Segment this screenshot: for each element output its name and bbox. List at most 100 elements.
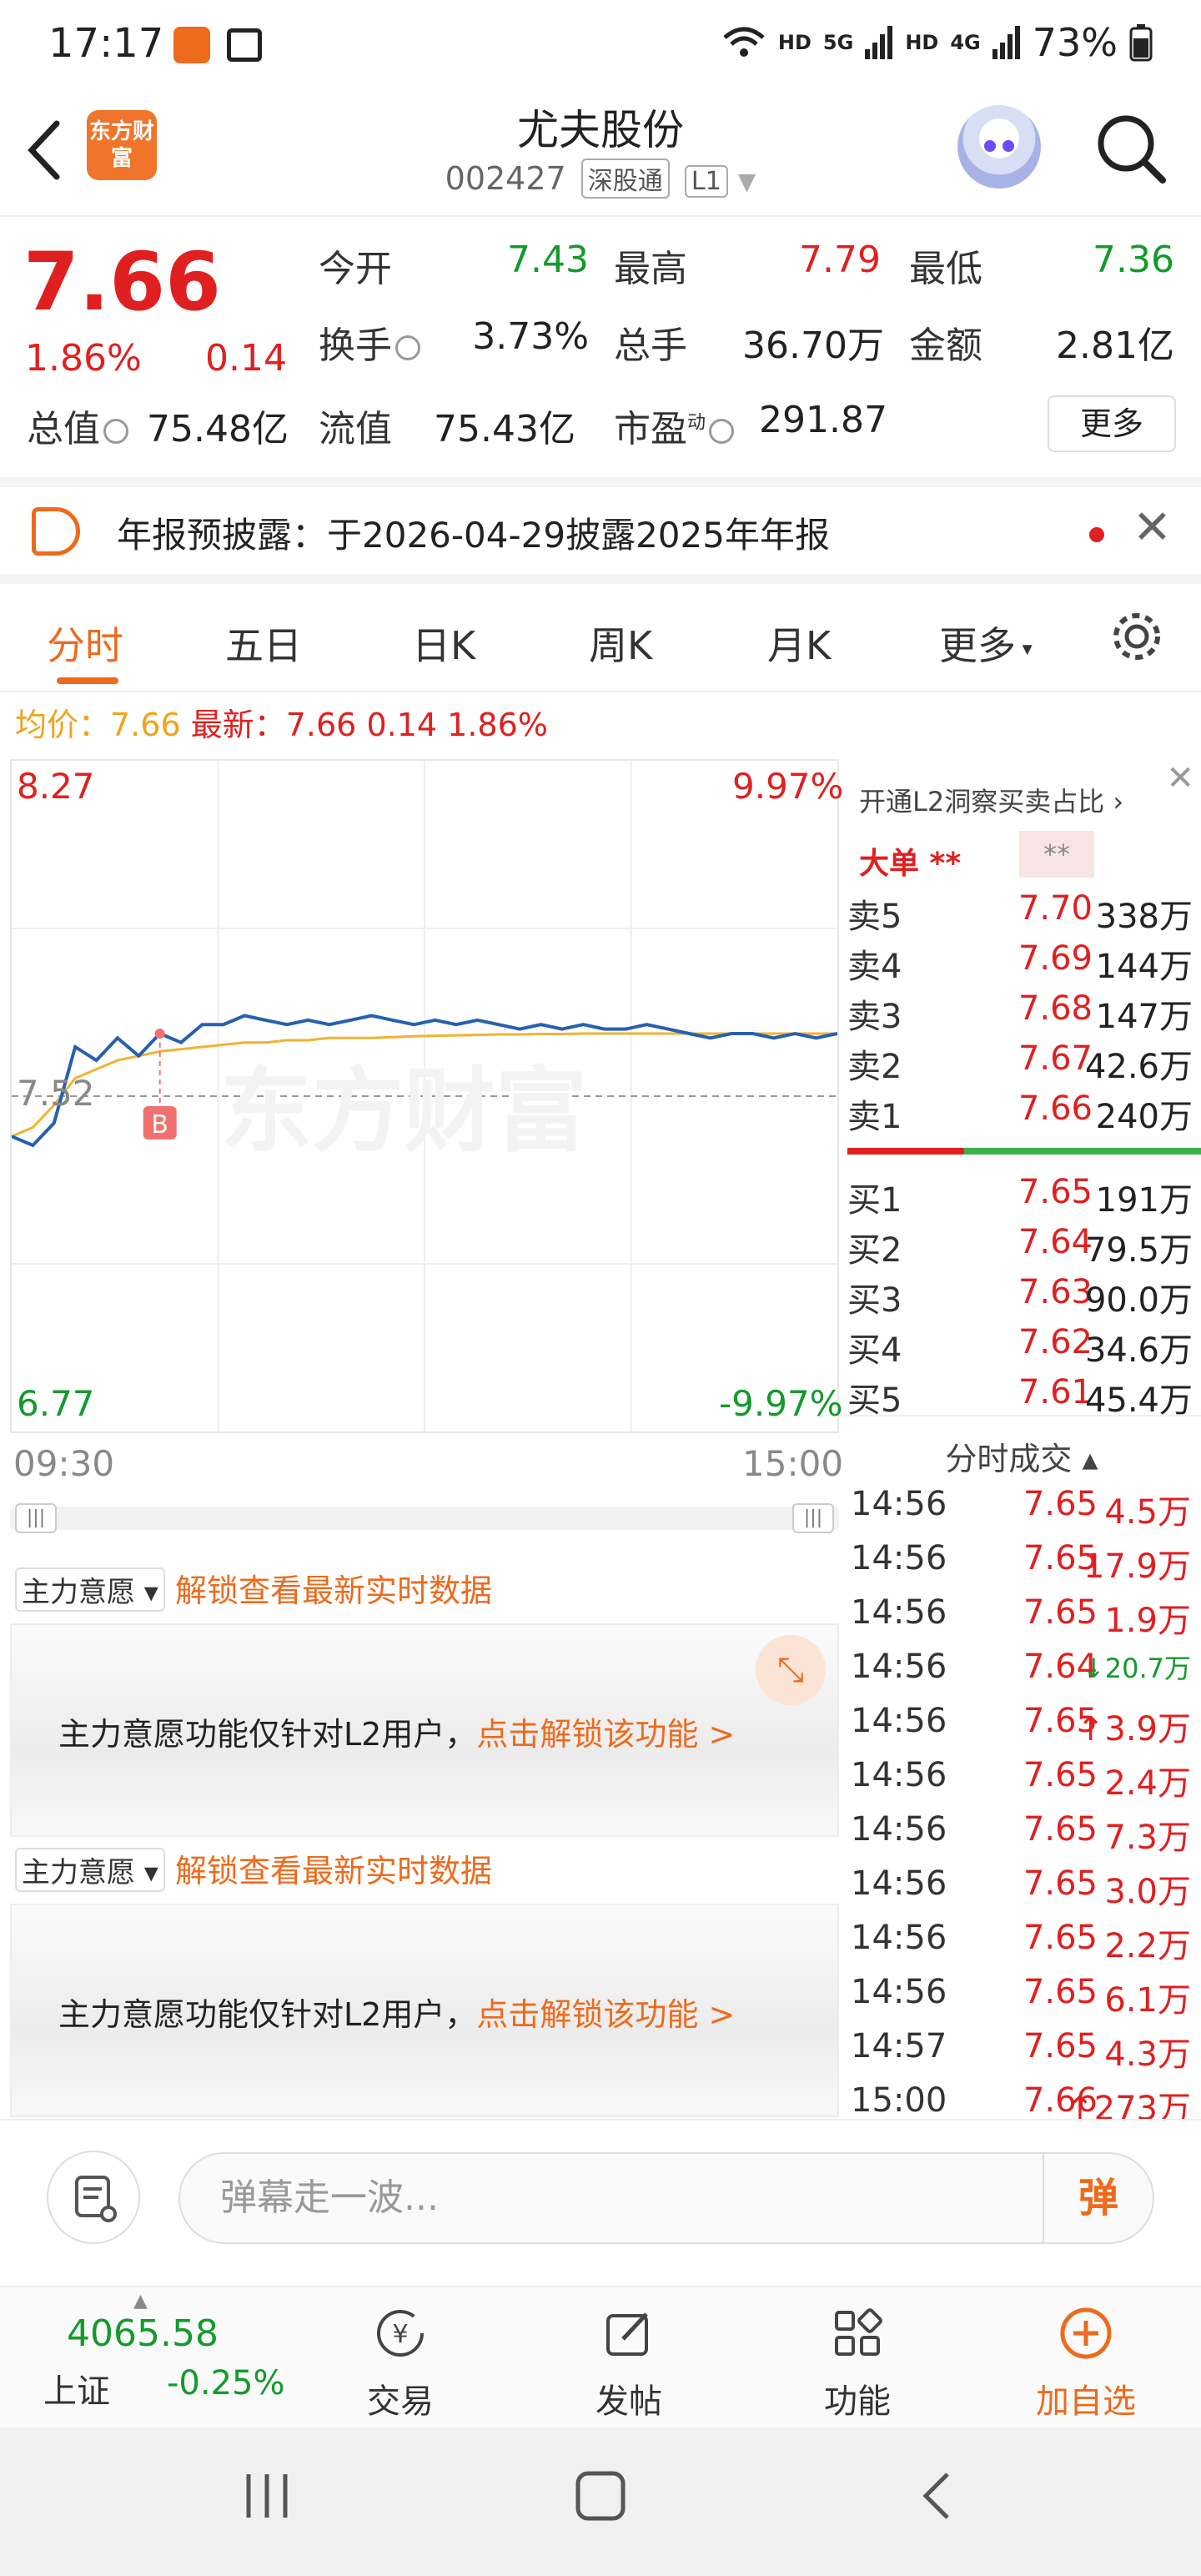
bids-row[interactable]: 买3 7.63 90.0万	[842, 1273, 1201, 1323]
tab-monthly-k[interactable]: 月K	[767, 616, 831, 671]
system-back-icon[interactable]	[916, 2469, 957, 2523]
tab-daily-k[interactable]: 日K	[412, 616, 475, 671]
note-icon	[75, 2176, 117, 2222]
tick-row: 14:56 7.65 3.0万	[842, 1864, 1201, 1918]
bids-volume: 191万	[1095, 1181, 1193, 1220]
home-icon[interactable]	[574, 2469, 627, 2523]
bids-volume: 90.0万	[1084, 1281, 1193, 1320]
big-order-masked: **	[1019, 831, 1094, 878]
asks-row[interactable]: 卖5 7.70 338万	[842, 889, 1201, 939]
time-end: 15:00	[742, 1443, 844, 1484]
chart-settings-button[interactable]	[1109, 609, 1164, 664]
asks-volume: 147万	[1095, 998, 1193, 1036]
bids-price: 7.63	[1018, 1273, 1093, 1311]
plus-circle-icon	[1060, 2307, 1112, 2359]
main-force-select[interactable]: 主力意愿 ▾	[15, 1848, 165, 1892]
tick-time: 14:56	[851, 1539, 947, 1577]
pe-label: 市盈动	[614, 399, 735, 452]
tick-price: 7.65	[1023, 1919, 1098, 1957]
scroll-handle-right[interactable]: |||	[792, 1503, 834, 1533]
expand-icon[interactable]: ⤡	[756, 1635, 826, 1705]
bids-row[interactable]: 买2 7.64 79.5万	[842, 1223, 1201, 1273]
tick-row: 14:56 7.65 2.4万	[842, 1756, 1201, 1809]
speaker-icon	[32, 507, 80, 556]
robot-assistant-icon[interactable]	[957, 105, 1041, 189]
comment-bar: 弹幕走一波... 弹	[0, 2119, 1201, 2286]
notice-text: 年报预披露：于2026-04-29披露2025年年报	[117, 515, 830, 556]
level-tag: L1	[684, 165, 728, 198]
float-value: 75.43亿	[434, 408, 575, 450]
caret-up-icon: ▲	[133, 2291, 148, 2312]
close-icon[interactable]: ✕	[1166, 759, 1194, 797]
high-label: 最高	[614, 248, 687, 290]
asks-row[interactable]: 卖3 7.68 147万	[842, 989, 1201, 1039]
scroll-handle-left[interactable]: |||	[15, 1503, 57, 1533]
nav-post[interactable]: 发帖	[562, 2304, 696, 2423]
asks-price: 7.67	[1018, 1039, 1093, 1078]
index-ticker[interactable]: ▲ 4065.58 上证 -0.25%	[0, 2287, 285, 2429]
nav-trade[interactable]: ¥ 交易	[334, 2304, 467, 2423]
tick-row: 14:56 7.65 1.9万	[842, 1593, 1201, 1647]
volume-value: 36.70万	[742, 325, 884, 367]
bids-price: 7.62	[1018, 1323, 1093, 1361]
bids-volume: 34.6万	[1084, 1331, 1193, 1370]
mktcap-label: 总值	[27, 399, 128, 452]
recent-apps-icon[interactable]	[242, 2469, 292, 2523]
index-name: 上证	[43, 2372, 110, 2411]
unlock-feature-link[interactable]: 点击解锁该功能 >	[476, 1716, 735, 1753]
notice-bar[interactable]: 年报预披露：于2026-04-29披露2025年年报 ✕	[0, 477, 1201, 584]
mktcap-value: 75.48亿	[147, 408, 289, 450]
stock-code: 002427	[445, 160, 566, 197]
quote-panel: 7.66 1.86% 0.14 今开 7.43 最高 7.79 最低 7.36 …	[0, 219, 1201, 477]
signal-icon-2	[992, 26, 1020, 59]
more-button[interactable]: 更多	[1048, 395, 1176, 452]
tab-more[interactable]: 更多 ▾	[939, 616, 1033, 671]
danmu-send-button[interactable]: 弹	[1043, 2154, 1153, 2242]
ticks-title[interactable]: 分时成交 ▴	[842, 1433, 1201, 1479]
note-button[interactable]	[47, 2151, 140, 2244]
tab-intraday[interactable]: 分时	[47, 616, 123, 671]
asks-label: 卖2	[847, 1048, 902, 1086]
main-force-header-2: 主力意愿 ▾ 解锁查看最新实时数据	[15, 1845, 492, 1892]
app-notification-icon	[173, 27, 210, 63]
chart-scrollbar[interactable]: ||| |||	[10, 1503, 839, 1533]
status-time: 17:17	[48, 20, 164, 67]
bids-row[interactable]: 买4 7.62 34.6万	[842, 1323, 1201, 1373]
tick-price: 7.65	[1023, 2027, 1098, 2065]
danmu-input[interactable]: 弹幕走一波...	[178, 2152, 1154, 2244]
main-force-select[interactable]: 主力意愿 ▾	[15, 1567, 165, 1612]
asks-row[interactable]: 卖1 7.66 240万	[842, 1089, 1201, 1140]
tick-time: 14:56	[851, 1864, 947, 1903]
asks-label: 卖4	[847, 948, 902, 986]
tick-price: 7.65	[1023, 1973, 1098, 2011]
battery-percent: 73%	[1032, 20, 1118, 65]
asks-row[interactable]: 卖2 7.67 42.6万	[842, 1039, 1201, 1089]
pct-axis-top: 9.97%	[732, 766, 844, 807]
l2-promo-link[interactable]: 开通L2洞察买卖占比 ›	[859, 781, 1123, 819]
unlock-link[interactable]: 解锁查看最新实时数据	[175, 1572, 492, 1609]
bids-volume: 79.5万	[1084, 1231, 1193, 1270]
edit-icon	[606, 2312, 648, 2356]
asks-label: 卖3	[847, 998, 902, 1036]
tick-time: 14:56	[851, 1702, 947, 1740]
asks-row[interactable]: 卖4 7.69 144万	[842, 939, 1201, 989]
hd-label-2: HD	[905, 31, 939, 54]
index-change: -0.25%	[167, 2364, 285, 2402]
time-start: 09:30	[13, 1443, 115, 1484]
status-right: HD 5G HD 4G 73%	[721, 20, 1153, 65]
intraday-chart[interactable]: B 8.27 9.97% 7.52 6.77 -9.97% 东方财富	[10, 759, 843, 1433]
unlock-feature-link[interactable]: 点击解锁该功能 >	[476, 1996, 735, 2033]
tab-five-day[interactable]: 五日	[225, 616, 302, 671]
close-icon[interactable]: ✕	[1133, 501, 1172, 555]
search-button[interactable]	[1093, 110, 1168, 185]
bids-label: 买3	[847, 1281, 902, 1320]
tick-volume: 1.9万	[1104, 1602, 1191, 1640]
bids-row[interactable]: 买1 7.65 191万	[842, 1173, 1201, 1223]
nav-functions[interactable]: 功能	[791, 2304, 924, 2423]
unlock-link[interactable]: 解锁查看最新实时数据	[175, 1853, 492, 1889]
asks-volume: 240万	[1095, 1098, 1193, 1136]
nav-add-watchlist[interactable]: 加自选	[1019, 2304, 1153, 2423]
pct-axis-bottom: -9.97%	[719, 1383, 843, 1424]
dropdown-icon: ▼	[737, 168, 756, 195]
tab-weekly-k[interactable]: 周K	[589, 616, 652, 671]
